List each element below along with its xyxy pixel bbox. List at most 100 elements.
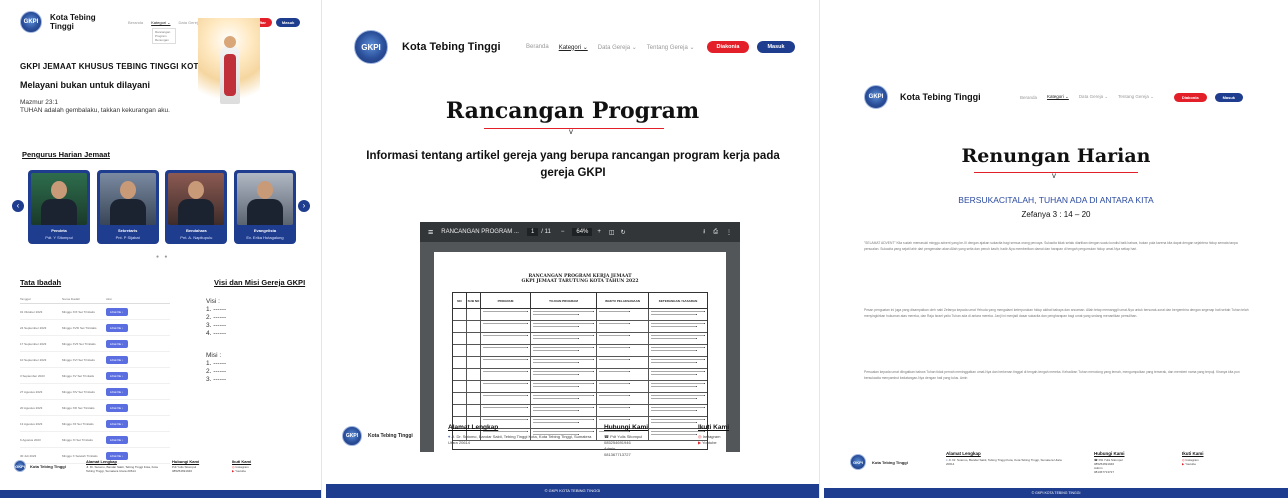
table-row: 27 Agustus 2023 Minggu XIV Set Trinitatis…: [20, 384, 170, 400]
doc-table-row: [453, 393, 707, 405]
site-title[interactable]: Kota Tebing Tinggi: [50, 13, 120, 31]
doc-table-row: [453, 345, 707, 357]
header: GKPI Kota Tebing Tinggi Beranda Kategori…: [354, 30, 814, 64]
pengurus-card[interactable]: Evangelista Ev. Erika Hutagalung: [233, 170, 296, 244]
hero-text: GKPI JEMAAT KHUSUS TEBING TINGGI KOTA Me…: [20, 62, 210, 115]
cell-name: Minggu XIV Set Trinitatis: [62, 389, 95, 394]
nav-home[interactable]: Beranda: [1020, 95, 1037, 100]
cell-name: Minggu XIII Set Trinitatis: [62, 405, 95, 410]
diakonia-button[interactable]: Diakonia: [706, 41, 750, 53]
footer-site-title: Kota Tebing Tinggi: [368, 433, 413, 439]
zoom-out-icon[interactable]: −: [561, 229, 565, 235]
gkpi-logo[interactable]: GKPI: [354, 30, 388, 64]
nav-category[interactable]: Kategori ⌄: [559, 44, 588, 51]
footer-site-title: Kota Tebing Tinggi: [872, 460, 908, 465]
verse-ref: Mazmur 23:1: [20, 99, 58, 106]
pengurus-title: Pengurus Harian Jemaat: [22, 150, 110, 159]
footer-site-title: Kota Tebing Tinggi: [30, 464, 66, 469]
view-file-button[interactable]: Lihat file ↓: [106, 403, 128, 412]
nav-church-data[interactable]: Data Gereja ⌄: [598, 44, 637, 51]
youtube-link[interactable]: Youtube: [1185, 462, 1196, 466]
dropdown-item-renungan[interactable]: Renungan: [155, 38, 173, 42]
carousel-prev-button[interactable]: ‹: [12, 200, 24, 212]
site-title[interactable]: Kota Tebing Tinggi: [402, 41, 516, 53]
view-file-button[interactable]: Lihat file ↓: [106, 323, 128, 332]
footer-contact: Hubungi Kami ☎ Pdt Yulis Sitompul 08525469…: [1094, 451, 1125, 474]
cell-date: 27 Agustus 2023: [20, 389, 43, 394]
view-file-button[interactable]: Lihat file ↓: [106, 355, 128, 364]
view-file-button[interactable]: Lihat file ↓: [106, 371, 128, 380]
misi-label: Misi :: [206, 352, 222, 359]
pdf-filename: RANCANGAN PROGRAM ...: [441, 229, 519, 235]
download-icon[interactable]: ⭳: [703, 227, 705, 237]
menu-icon[interactable]: ≡: [428, 227, 433, 237]
footer-address: Alamat Lengkap ⌖ Jl. Dr. Sutomo, Bandar S…: [448, 424, 592, 445]
login-button[interactable]: Masuk: [275, 17, 301, 27]
nav-about[interactable]: Tentang Gereja ⌄: [1118, 94, 1154, 100]
cell-name: Minggu XII Set Trinitatis: [62, 421, 94, 426]
footer-follow: Ikuti Kami ◎ Instagram ▶ Youtube: [232, 459, 252, 474]
pdf-page-input[interactable]: 1: [526, 228, 539, 236]
footer-follow: Ikuti Kami ◎ Instagram ▶ Youtube: [698, 424, 730, 445]
cell-date: 6 Agustus 2023: [20, 437, 41, 442]
zoom-in-icon[interactable]: +: [597, 229, 601, 235]
view-file-button[interactable]: Lihat file ↓: [106, 387, 128, 396]
gkpi-logo[interactable]: GKPI: [20, 11, 42, 33]
youtube-icon[interactable]: ▶: [232, 469, 234, 473]
pengurus-role: Bendahara: [185, 228, 207, 233]
instagram-link[interactable]: Instagram: [703, 434, 721, 439]
pengurus-card[interactable]: Pendeta Pdt. Y Sitompul: [28, 170, 90, 244]
col-name: Nama Ibadah: [62, 297, 81, 301]
verse-text: TUHAN adalah gembalaku, takkan kekuranga…: [20, 107, 170, 114]
pdf-viewer[interactable]: ≡ RANCANGAN PROGRAM ... 1 / 11 − 64% + ◫…: [420, 222, 740, 452]
youtube-icon[interactable]: ▶: [698, 440, 701, 445]
pengurus-photo: [168, 173, 225, 225]
nav-home[interactable]: Beranda: [128, 20, 143, 25]
more-icon[interactable]: ⋮: [726, 229, 732, 236]
dropdown-item-program[interactable]: Rancangan Program: [155, 30, 173, 38]
pdf-zoom[interactable]: 64%: [572, 228, 593, 236]
login-button[interactable]: Masuk: [1214, 92, 1244, 102]
table-row: 17 September 2023 Minggu XVII Set Trinita…: [20, 336, 170, 352]
view-file-button[interactable]: Lihat file ↓: [106, 419, 128, 428]
site-title[interactable]: Kota Tebing Tinggi: [900, 92, 1010, 102]
location-icon: ⌖: [448, 434, 451, 439]
youtube-link[interactable]: Youtube: [702, 440, 717, 445]
carousel-next-button[interactable]: ›: [298, 200, 310, 212]
nav-category[interactable]: Kategori ⌄: [1047, 94, 1069, 100]
table-row: 10 September 2023 Minggu XVI Set Trinitat…: [20, 352, 170, 368]
visi-item: 1. ------: [206, 306, 227, 313]
youtube-icon[interactable]: ▶: [1182, 462, 1184, 466]
tata-ibadah-title: Tata Ibadah: [20, 278, 62, 287]
pengurus-card[interactable]: Bendahara Pnt. A. Napitupulu: [165, 170, 228, 244]
view-file-button[interactable]: Lihat file ↓: [106, 435, 128, 444]
diakonia-button[interactable]: Diakonia: [1173, 92, 1207, 102]
cell-name: Minggu XI Set Trinitatis: [62, 437, 93, 442]
view-file-button[interactable]: Lihat file ↓: [106, 307, 128, 316]
footer-bar: © GKPI KOTA TEBING TINGGI: [326, 484, 819, 498]
nav-category[interactable]: Kategori ⌄: [151, 20, 170, 25]
carousel-dots[interactable]: ● ●: [156, 254, 169, 260]
rotate-icon[interactable]: ↻: [621, 229, 626, 236]
login-button[interactable]: Masuk: [757, 41, 795, 53]
pengurus-card[interactable]: Sekretaris Pnt. P Sijabat: [96, 170, 159, 244]
nav-home[interactable]: Beranda: [526, 44, 549, 50]
visi-misi-title: Visi dan Misi Gereja GKPI: [214, 278, 306, 287]
print-icon[interactable]: ⎙: [713, 229, 718, 236]
footer-logo: GKPI: [14, 460, 26, 472]
footer-bar: © GKPI KOTA TEBING TINGGI: [824, 488, 1288, 498]
chevron-down-icon: v: [1052, 171, 1056, 180]
cell-name: Minggu XVIII Set Trinitatis: [62, 325, 97, 330]
gkpi-logo[interactable]: GKPI: [864, 85, 888, 109]
cell-date: 10 September 2023: [20, 357, 47, 362]
view-file-button[interactable]: Lihat file ↓: [106, 339, 128, 348]
nav-church-data[interactable]: Data Gereja ⌄: [1079, 94, 1108, 100]
renungan-paragraph: "SELAMAT ADVENT" Kita sudah memasuki min…: [864, 241, 1238, 251]
ibadah-table: Tanggal Nama Ibadah Aksi 01 Oktober 2023…: [20, 297, 170, 464]
pdf-page-count: / 11: [541, 229, 551, 235]
instagram-icon[interactable]: ◎: [698, 434, 702, 439]
nav-about[interactable]: Tentang Gereja ⌄: [647, 44, 695, 51]
youtube-link[interactable]: Youtube: [235, 469, 246, 473]
fit-page-icon[interactable]: ◫: [609, 229, 615, 236]
cell-date: 01 Oktober 2023: [20, 309, 43, 314]
